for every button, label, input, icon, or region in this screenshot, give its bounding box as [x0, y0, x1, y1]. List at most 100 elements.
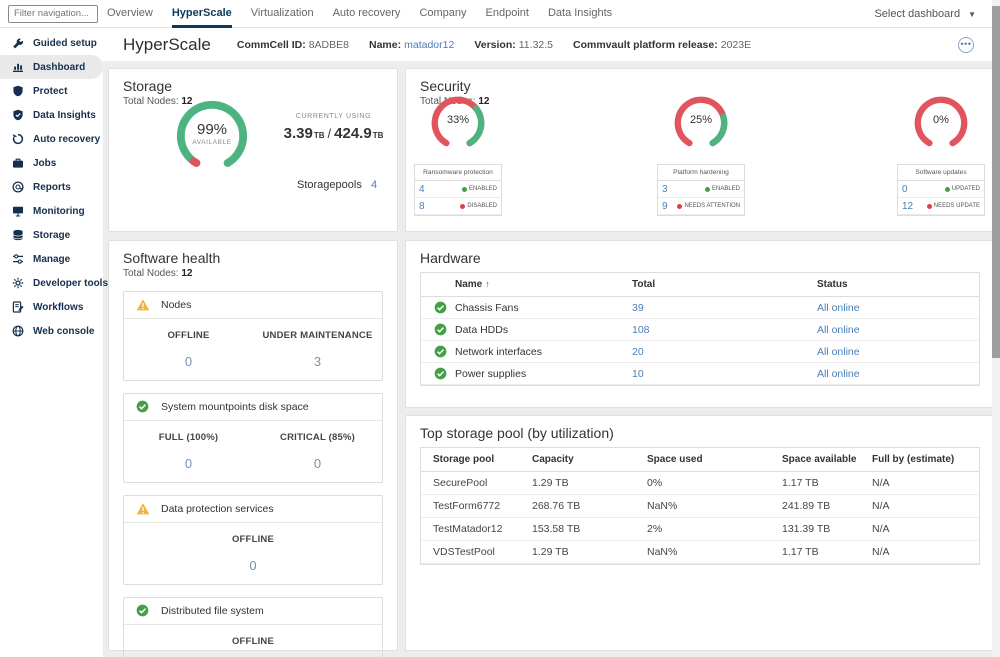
scrollbar-thumb[interactable]: [992, 6, 1000, 358]
sidebar-item[interactable]: Data Insights: [0, 103, 103, 127]
total-link[interactable]: 39: [632, 302, 817, 314]
column-header-available[interactable]: Space available: [782, 454, 872, 465]
storage-card-title: Storage: [109, 69, 397, 94]
distributed-fs-section: Distributed file system OFFLINE 0: [123, 597, 383, 657]
dashboard-tab[interactable]: Auto recovery: [333, 0, 401, 28]
storage-pool-row: SecurePool 1.29 TB 0% 1.17 TB N/A: [421, 472, 979, 495]
column-header-pool[interactable]: Storage pool: [421, 454, 532, 465]
warning-icon: [136, 502, 150, 516]
dashboard-icon: [11, 61, 24, 74]
column-header-full-by[interactable]: Full by (estimate): [872, 454, 979, 465]
security-card-title: Security: [406, 69, 994, 94]
column-header-used[interactable]: Space used: [647, 454, 782, 465]
sidebar-item[interactable]: Reports: [0, 175, 103, 199]
ok-icon: [136, 400, 150, 414]
metric-count-link[interactable]: 3: [253, 354, 382, 369]
sidebar-item[interactable]: Jobs: [0, 151, 103, 175]
total-link[interactable]: 108: [632, 324, 817, 336]
workflows-icon: [11, 301, 24, 314]
dashboard-tab[interactable]: Data Insights: [548, 0, 612, 28]
warning-icon: [136, 298, 150, 312]
sidebar-item[interactable]: Web console: [0, 319, 103, 343]
sidebar-navigation: Guided setup Dashboard Protect Data Insi…: [0, 28, 103, 657]
dashboard-content: Storage Total Nodes: 12 99% AVAILABLE CU…: [103, 61, 992, 657]
security-status-row: 12 NEEDS UPDATE: [898, 198, 984, 215]
top-storage-pool-card: Top storage pool (by utilization) Storag…: [405, 415, 995, 651]
total-nodes-value: 12: [181, 268, 192, 279]
currently-using-value: 3.39TB/424.9TB: [271, 125, 396, 143]
sidebar-item[interactable]: Protect: [0, 79, 103, 103]
metric-count-link[interactable]: 0: [124, 456, 253, 471]
page-header: HyperScale CommCell ID:8ADBE8 Name:matad…: [103, 28, 992, 61]
storage-pool-row: TestForm6772 268.76 TB NaN% 241.89 TB N/…: [421, 495, 979, 518]
sidebar-item[interactable]: Monitoring: [0, 199, 103, 223]
sidebar-item[interactable]: Storage: [0, 223, 103, 247]
jobs-icon: [11, 157, 24, 170]
software-updates-table: Software updates 0 UPDATED 12 NEEDS UPDA…: [897, 164, 985, 216]
mountpoints-section: System mountpoints disk space FULL (100%…: [123, 393, 383, 483]
dashboard-tab[interactable]: Virtualization: [251, 0, 314, 28]
storage-pool-row: TestMatador12 153.58 TB 2% 131.39 TB N/A: [421, 518, 979, 541]
column-header-total[interactable]: Total: [632, 279, 817, 290]
web-console-icon: [11, 325, 24, 338]
dashboard-tab[interactable]: HyperScale: [172, 0, 232, 28]
metric-count-link[interactable]: 0: [253, 456, 382, 471]
nodes-section: Nodes OFFLINE 0 UNDER MAINTENANCE 3: [123, 291, 383, 381]
manage-icon: [11, 253, 24, 266]
status-link[interactable]: All online: [817, 346, 979, 358]
ok-icon: [421, 367, 455, 380]
column-header-capacity[interactable]: Capacity: [532, 454, 647, 465]
status-link[interactable]: All online: [817, 368, 979, 380]
platform-hardening-table: Platform hardening 3 ENABLED 9 NEEDS ATT…: [657, 164, 745, 216]
total-link[interactable]: 10: [632, 368, 817, 380]
developer-tools-icon: [11, 277, 24, 290]
metric-count-link[interactable]: 0: [124, 354, 253, 369]
storage-pool-row: VDSTestPool 1.29 TB NaN% 1.17 TB N/A: [421, 541, 979, 564]
security-status-row: 4 ENABLED: [415, 181, 501, 198]
dashboard-tab[interactable]: Overview: [107, 0, 153, 28]
storage-available-label: AVAILABLE: [192, 139, 231, 146]
sidebar-item[interactable]: Auto recovery: [0, 127, 103, 151]
count-link[interactable]: 4: [419, 184, 425, 195]
sidebar-item[interactable]: Developer tools: [0, 271, 103, 295]
health-metric: FULL (100%) 0: [124, 432, 253, 471]
meta-item: CommCell ID:8ADBE8: [237, 39, 349, 51]
count-link[interactable]: 12: [902, 201, 913, 212]
commcell-meta: CommCell ID:8ADBE8 Name:matador12 Versio…: [237, 39, 751, 51]
status-link[interactable]: All online: [817, 302, 979, 314]
select-dashboard-dropdown[interactable]: Select dashboard ▼: [874, 0, 976, 28]
sidebar-item[interactable]: Manage: [0, 247, 103, 271]
filter-navigation-input[interactable]: [8, 5, 98, 23]
security-status-row: 9 NEEDS ATTENTION: [658, 198, 744, 215]
ok-icon: [421, 301, 455, 314]
meta-item: Commvault platform release:2023E: [573, 39, 751, 51]
meta-item: Name:matador12: [369, 39, 454, 51]
sort-asc-icon: ↑: [485, 279, 490, 289]
software-updates-column: 0% Software updates 0 UPDATED 12 NEEDS U…: [893, 96, 989, 216]
dashboard-tab[interactable]: Endpoint: [486, 0, 529, 28]
column-header-name[interactable]: Name↑: [455, 279, 632, 290]
dashboard-tabs: Overview HyperScale Virtualization Auto …: [107, 0, 612, 28]
count-link[interactable]: 8: [419, 201, 425, 212]
guided-setup-icon: [11, 37, 24, 50]
top-navigation-bar: Overview HyperScale Virtualization Auto …: [0, 0, 992, 28]
count-link[interactable]: 3: [662, 184, 668, 195]
reports-icon: [11, 181, 24, 194]
storagepools-count-link[interactable]: 4: [371, 179, 377, 191]
total-link[interactable]: 20: [632, 346, 817, 358]
count-link[interactable]: 9: [662, 201, 668, 212]
sidebar-item[interactable]: Guided setup: [0, 31, 103, 55]
health-metric: UNDER MAINTENANCE 3: [253, 330, 382, 369]
status-dot-icon: [705, 187, 710, 192]
column-header-status[interactable]: Status: [817, 279, 979, 290]
more-actions-icon[interactable]: •••: [958, 37, 974, 53]
auto-recovery-icon: [11, 133, 24, 146]
sidebar-item[interactable]: Dashboard: [0, 55, 103, 79]
sidebar-item[interactable]: Workflows: [0, 295, 103, 319]
count-link[interactable]: 0: [902, 184, 908, 195]
security-status-row: 0 UPDATED: [898, 181, 984, 198]
metric-count-link[interactable]: 0: [124, 558, 382, 573]
status-link[interactable]: All online: [817, 324, 979, 336]
hardware-row: Chassis Fans 39 All online: [421, 297, 979, 319]
dashboard-tab[interactable]: Company: [419, 0, 466, 28]
